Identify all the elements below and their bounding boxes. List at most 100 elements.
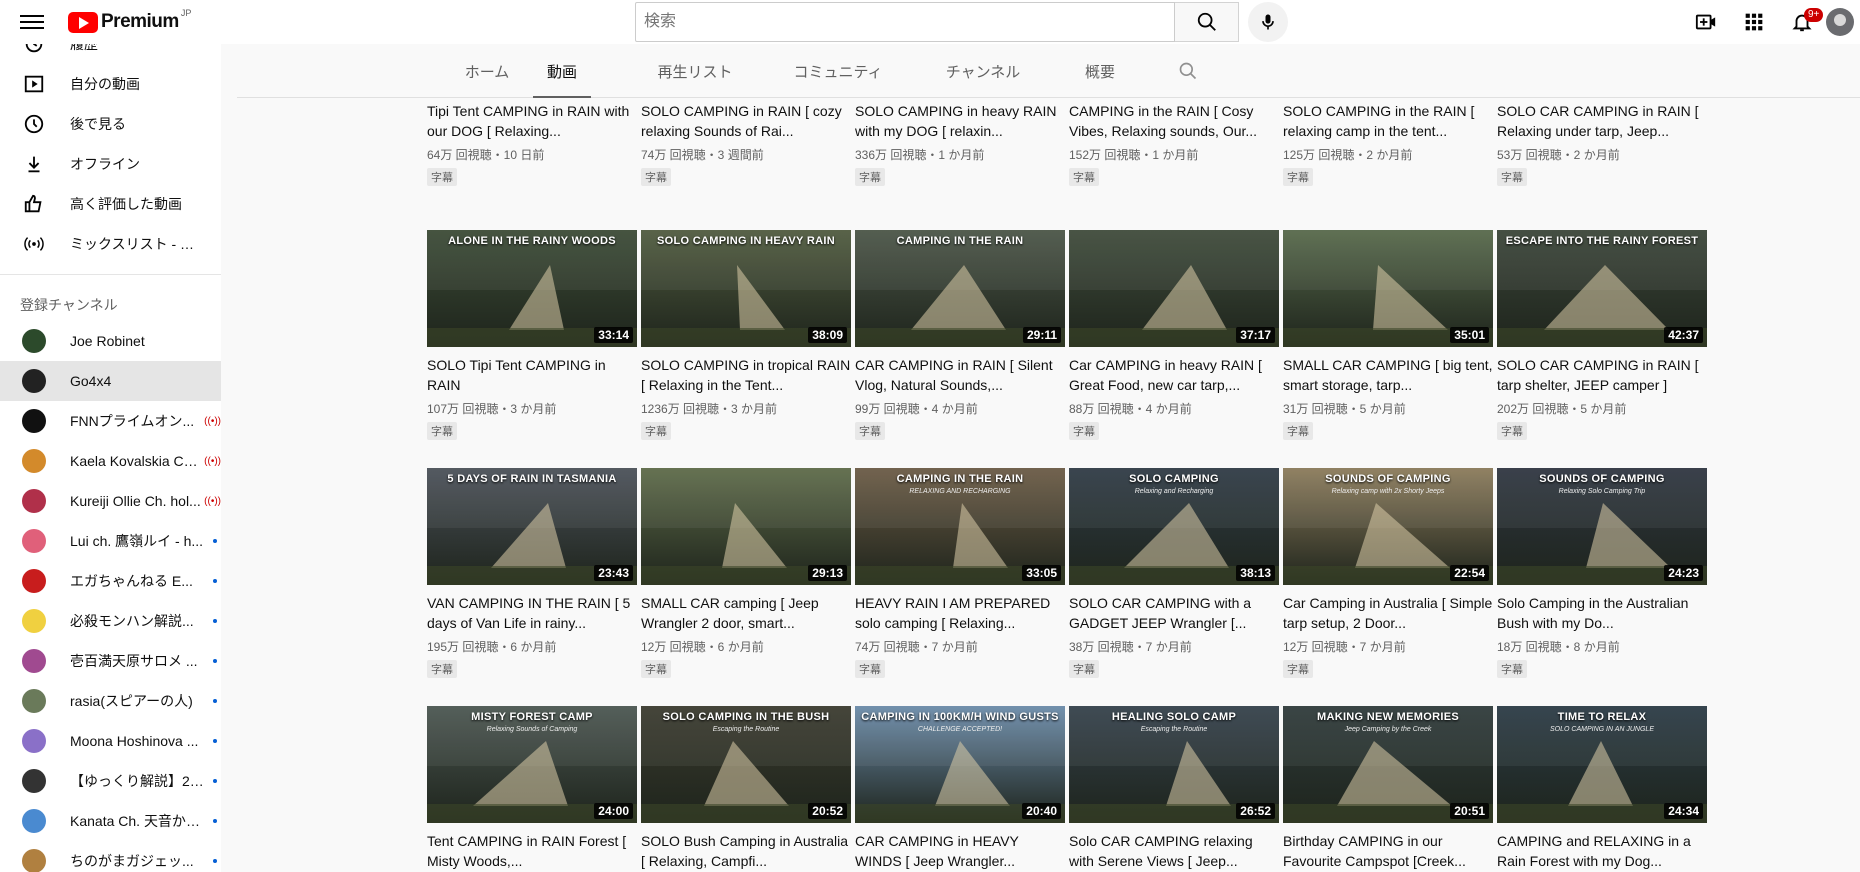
video-thumbnail[interactable]: MAKING NEW MEMORIES Jeep Camping by the C… [1283,706,1493,823]
video-title[interactable]: CAMPING in the RAIN [ Cosy Vibes, Relaxi… [1069,101,1279,141]
notifications-button[interactable]: 9+ [1778,0,1826,44]
tab-channels[interactable]: チャンネル [943,44,1023,98]
subscription-channel[interactable]: ちのがまガジェッ... [0,841,221,872]
video-thumbnail[interactable]: CAMPING IN 100KM/H WIND GUSTS CHALLENGE A… [855,706,1065,823]
video-title[interactable]: SMALL CAR CAMPING [ big tent, smart stor… [1283,355,1493,395]
subscription-channel[interactable]: 必殺モンハン解説... [0,601,221,641]
video-card[interactable]: MAKING NEW MEMORIES Jeep Camping by the C… [1283,706,1493,871]
video-thumbnail[interactable]: SOUNDS OF CAMPING Relaxing camp with 2x S… [1283,468,1493,585]
video-title[interactable]: Tent CAMPING in RAIN Forest [ Misty Wood… [427,831,637,871]
sidebar: 履歴 自分の動画 後で見る オフライン 高く評価した動画 ミックスリスト - チ... 登… [0,44,221,872]
video-title[interactable]: HEAVY RAIN I AM PREPARED solo camping [ … [855,593,1065,633]
subscription-channel[interactable]: Kaela Kovalskia Ch... ((•)) [0,441,221,481]
search-button[interactable] [1175,2,1239,42]
video-card[interactable]: HEALING SOLO CAMP Escaping the Routine 26:… [1069,706,1279,871]
video-title[interactable]: SOLO CAMPING in heavy RAIN with my DOG [… [855,101,1065,141]
video-thumbnail[interactable]: 37:17 [1069,230,1279,347]
channel-search-icon[interactable] [1178,61,1198,86]
apps-button[interactable] [1730,0,1778,44]
tab-playlists[interactable]: 再生リスト [655,44,735,98]
video-title[interactable]: Solo Camping in the Australian Bush with… [1497,593,1707,633]
tab-community[interactable]: コミュニティ [790,44,886,98]
video-thumbnail[interactable]: TIME TO RELAX SOLO CAMPING IN AN JUNGLE 24… [1497,706,1707,823]
video-thumbnail[interactable]: CAMPING IN THE RAIN 29:11 [855,230,1065,347]
video-title[interactable]: SMALL CAR camping [ Jeep Wrangler 2 door… [641,593,851,633]
tab-videos[interactable]: 動画 [533,44,591,98]
video-card[interactable]: 29:13 SMALL CAR camping [ Jeep Wrangler 2… [641,468,851,678]
sidebar-item-clock[interactable]: 後で見る [0,104,221,144]
subscription-channel[interactable]: エガちゃんねる E... [0,561,221,601]
youtube-premium-logo[interactable]: Premium JP [68,8,191,33]
video-title[interactable]: CAMPING and RELAXING in a Rain Forest wi… [1497,831,1707,871]
video-card[interactable]: ALONE IN THE RAINY WOODS 33:14 SOLO Tipi T… [427,230,637,440]
video-title[interactable]: VAN CAMPING IN THE RAIN [ 5 days of Van … [427,593,637,633]
video-title[interactable]: Birthday CAMPING in our Favourite Campsp… [1283,831,1493,871]
video-thumbnail[interactable]: HEALING SOLO CAMP Escaping the Routine 26:… [1069,706,1279,823]
video-title[interactable]: SOLO CAMPING in RAIN [ cozy relaxing Sou… [641,101,851,141]
subscription-channel[interactable]: Lui ch. 鷹嶺ルイ - h... [0,521,221,561]
subscription-channel[interactable]: rasia(スピアーの人) [0,681,221,721]
video-title[interactable]: Tipi Tent CAMPING in RAIN with our DOG [… [427,101,637,141]
video-thumbnail[interactable]: 5 DAYS OF RAIN IN TASMANIA 23:43 [427,468,637,585]
video-title[interactable]: SOLO Tipi Tent CAMPING in RAIN [427,355,637,395]
channel-name: Moona Hoshinova ... [70,733,199,749]
video-card[interactable]: 5 DAYS OF RAIN IN TASMANIA 23:43 VAN CAMPI… [427,468,637,678]
voice-search-button[interactable] [1248,2,1288,42]
video-card[interactable]: SOLO CAMPING IN HEAVY RAIN 38:09 SOLO CAMP… [641,230,851,440]
video-thumbnail[interactable]: SOUNDS OF CAMPING Relaxing Solo Camping T… [1497,468,1707,585]
sidebar-item-download[interactable]: オフライン [0,144,221,184]
video-card[interactable]: SOLO CAMPING Relaxing and Recharging 38:13… [1069,468,1279,678]
video-title[interactable]: Solo CAR CAMPING relaxing with Serene Vi… [1069,831,1279,871]
subscription-channel[interactable]: Kureiji Ollie Ch. hol... ((•)) [0,481,221,521]
subscription-channel[interactable]: Kanata Ch. 天音かな... [0,801,221,841]
tab-home[interactable]: ホーム [457,44,517,98]
video-title[interactable]: Car CAMPING in heavy RAIN [ Great Food, … [1069,355,1279,395]
video-thumbnail[interactable]: MISTY FOREST CAMP Relaxing Sounds of Camp… [427,706,637,823]
video-title[interactable]: CAR CAMPING in HEAVY WINDS [ Jeep Wrangl… [855,831,1065,871]
video-title[interactable]: Car Camping in Australia [ Simple tarp s… [1283,593,1493,633]
video-card[interactable]: TIME TO RELAX SOLO CAMPING IN AN JUNGLE 24… [1497,706,1707,871]
account-avatar[interactable] [1826,8,1854,36]
video-card[interactable]: SOUNDS OF CAMPING Relaxing Solo Camping T… [1497,468,1707,678]
video-card[interactable]: MISTY FOREST CAMP Relaxing Sounds of Camp… [427,706,637,871]
subscription-channel[interactable]: Joe Robinet [0,321,221,361]
video-thumbnail[interactable]: ALONE IN THE RAINY WOODS 33:14 [427,230,637,347]
subscription-channel[interactable]: 壱百満天原サロメ ... [0,641,221,681]
video-title[interactable]: SOLO CAMPING in the RAIN [ relaxing camp… [1283,101,1493,141]
search-input[interactable] [635,2,1175,42]
subscription-channel[interactable]: 【ゆっくり解説】2c... [0,761,221,801]
video-card[interactable]: 35:01 SMALL CAR CAMPING [ big tent, smart… [1283,230,1493,440]
video-title[interactable]: SOLO CAR CAMPING in RAIN [ Relaxing unde… [1497,101,1707,141]
video-card[interactable]: ESCAPE INTO THE RAINY FOREST 42:37 SOLO CA… [1497,230,1707,440]
video-thumbnail[interactable]: ESCAPE INTO THE RAINY FOREST 42:37 [1497,230,1707,347]
subscription-channel[interactable]: FNNプライムオン... ((•)) [0,401,221,441]
sidebar-item-thumb-up[interactable]: 高く評価した動画 [0,184,221,224]
video-title[interactable]: SOLO CAR CAMPING with a GADGET JEEP Wran… [1069,593,1279,633]
video-thumbnail[interactable]: SOLO CAMPING IN HEAVY RAIN 38:09 [641,230,851,347]
video-title[interactable]: SOLO CAMPING in tropical RAIN [ Relaxing… [641,355,851,395]
video-card[interactable]: CAMPING IN 100KM/H WIND GUSTS CHALLENGE A… [855,706,1065,871]
video-title[interactable]: CAR CAMPING in RAIN [ Silent Vlog, Natur… [855,355,1065,395]
tab-about[interactable]: 概要 [1080,44,1120,98]
video-card[interactable]: CAMPING IN THE RAIN 29:11 CAR CAMPING in R… [855,230,1065,440]
video-card[interactable]: CAMPING IN THE RAIN RELAXING AND RECHARGI… [855,468,1065,678]
search-icon [1197,12,1216,31]
video-card[interactable]: SOLO CAMPING IN THE BUSH Escaping the Rou… [641,706,851,871]
video-thumbnail[interactable]: 35:01 [1283,230,1493,347]
create-button[interactable] [1682,0,1730,44]
subscription-channel[interactable]: Go4x4 [0,361,221,401]
sidebar-item-mix[interactable]: ミックスリスト - チ... [0,224,221,264]
video-thumbnail[interactable]: SOLO CAMPING Relaxing and Recharging 38:13 [1069,468,1279,585]
video-title[interactable]: SOLO Bush Camping in Australia [ Relaxin… [641,831,851,871]
video-thumbnail[interactable]: 29:13 [641,468,851,585]
sidebar-item-play-box[interactable]: 自分の動画 [0,64,221,104]
captions-badge: 字幕 [1283,422,1313,440]
menu-icon[interactable] [20,12,44,32]
video-thumbnail[interactable]: CAMPING IN THE RAIN RELAXING AND RECHARGI… [855,468,1065,585]
video-card[interactable]: SOUNDS OF CAMPING Relaxing camp with 2x S… [1283,468,1493,678]
subscription-channel[interactable]: Moona Hoshinova ... [0,721,221,761]
video-card[interactable]: 37:17 Car CAMPING in heavy RAIN [ Great F… [1069,230,1279,440]
video-thumbnail[interactable]: SOLO CAMPING IN THE BUSH Escaping the Rou… [641,706,851,823]
video-title[interactable]: SOLO CAR CAMPING in RAIN [ tarp shelter,… [1497,355,1707,395]
sidebar-item-history[interactable]: 履歴 [0,44,221,64]
